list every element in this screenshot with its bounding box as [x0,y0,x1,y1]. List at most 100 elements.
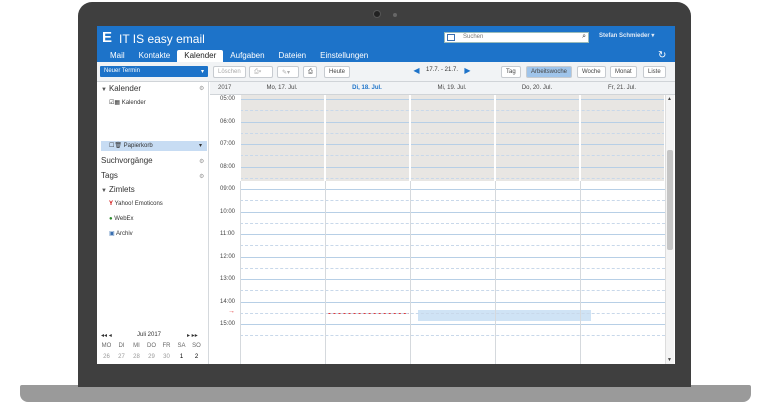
zimlet-yahoo[interactable]: Y Yahoo! Emoticons [109,201,163,207]
app-logo: E [102,29,113,46]
hour-line [240,99,665,100]
next-arrow-icon[interactable]: ▶ [461,66,474,78]
view-day-button[interactable]: Tag [501,66,521,78]
hour-label: 07:00 [220,141,236,147]
day-header-mon[interactable]: Mo, 17. Jul. [240,85,324,91]
day-header-wed[interactable]: Mi, 19. Jul. [410,85,494,91]
mini-day-cell[interactable]: 5 [129,363,144,364]
app-title: IT IS easy email [119,32,205,46]
mini-day-cell[interactable]: 6 [144,363,159,364]
search-section[interactable]: Suchvorgänge [101,156,153,165]
mini-day-cell[interactable]: 1 [174,352,189,362]
day-header-thu[interactable]: Do, 20. Jul. [495,85,579,91]
sidebar: ▼ Kalender ⚙ ☑▦ Kalender ☐🗑 Papierkorb ▾ … [97,82,209,364]
day-header-fri[interactable]: Fr, 21. Jul. [580,85,664,91]
search-icon[interactable]: ⌕ [582,33,586,41]
calendar-view: 2017 Mo, 17. Jul. Di, 18. Jul. Mi, 19. J… [210,82,675,364]
mini-day-header: MI [133,343,140,349]
mini-day-cell[interactable]: 29 [144,352,159,362]
view-week-button[interactable]: Woche [577,66,606,78]
zimlet-webex[interactable]: ● WebEx [109,216,134,222]
appointment-block[interactable] [418,310,591,321]
scroll-up-icon[interactable]: ▲ [667,96,672,102]
sensor-icon [393,13,397,17]
mini-day-header: DO [147,343,156,349]
day-column-divider [409,95,411,181]
hour-line [240,144,665,145]
user-menu[interactable]: Stefan Schmieder ▾ [599,32,654,39]
scrollbar[interactable]: ▲ ▼ [665,95,674,364]
today-button[interactable]: Heute [324,66,351,78]
delete-button[interactable]: Löschen [213,66,246,78]
scroll-down-icon[interactable]: ▼ [667,357,672,363]
date-range: 17.7. - 21.7. [426,67,459,73]
mini-next-icon[interactable]: ▸ ▸▸ [187,332,198,339]
view-month-button[interactable]: Monat [610,66,637,78]
now-arrow-icon: → [228,308,235,315]
chevron-down-icon[interactable]: ▾ [201,68,204,75]
calendar-grid[interactable]: → 05:00 06:00 07:00 08:00 09:00 10:00 11:00 12:… [210,95,675,364]
half-hour-line [240,245,665,247]
view-list-button[interactable]: Liste [643,66,666,78]
half-hour-line [240,200,665,202]
hour-line [240,324,665,325]
trash-icon: ☐🗑 [109,143,124,149]
tab-settings[interactable]: Einstellungen [313,50,375,62]
printer-icon[interactable]: ⎙ [303,66,317,78]
tab-mail[interactable]: Mail [103,50,132,62]
tags-section[interactable]: Tags [101,171,118,180]
hour-line [240,211,665,213]
mini-day-header: DI [118,343,125,349]
half-hour-line [240,267,665,269]
scroll-thumb[interactable] [667,150,673,250]
view-workweek-button[interactable]: Arbeitswoche [526,66,573,78]
triangle-down-icon: ▼ [101,87,107,93]
triangle-down-icon: ▼ [101,188,107,194]
hour-line [240,121,665,123]
half-hour-line [240,222,665,224]
refresh-icon[interactable]: ↻ [658,50,666,61]
tab-calendar[interactable]: Kalender [177,50,224,62]
mini-day-cell[interactable]: 7 [159,363,174,364]
mini-day-header: MO [101,343,112,349]
gear-icon[interactable]: ⚙ [199,85,204,92]
chevron-down-icon[interactable]: ▾ [199,142,202,149]
mini-day-cell[interactable]: 27 [114,352,129,362]
search-placeholder: Suchen [463,34,484,40]
day-header-tue[interactable]: Di, 18. Jul. [325,85,409,91]
print-dropdown-icon[interactable]: ⎙▾ [249,66,273,78]
new-appointment-button[interactable]: Neuer Termin ▾ [100,66,208,77]
gear-icon[interactable]: ⚙ [199,173,204,180]
calendar-header: 2017 Mo, 17. Jul. Di, 18. Jul. Mi, 19. J… [210,82,675,95]
tab-tasks[interactable]: Aufgaben [223,50,271,62]
calendar-item-kalender[interactable]: ☑▦ Kalender [109,99,146,106]
search-input[interactable]: Suchen ⌕ [444,32,589,43]
mini-day-cell[interactable]: 26 [99,352,114,362]
mini-day-cell[interactable]: 9 [189,363,204,364]
gear-icon[interactable]: ⚙ [199,158,204,165]
mini-day-cell[interactable]: 3 [99,363,114,364]
hour-label: 09:00 [220,186,236,192]
mini-day-cell[interactable]: 4 [114,363,129,364]
half-hour-line [240,290,665,292]
half-hour-line [240,335,665,337]
mini-prev-icon[interactable]: ◂◂ ◂ [101,332,112,339]
mini-day-cell[interactable]: 8 [174,363,189,364]
mini-day-cell[interactable]: 2 [189,352,204,362]
half-hour-line [240,177,665,179]
mini-day-cell[interactable]: 28 [129,352,144,362]
day-column-divider [579,95,581,181]
calendar-item-papierkorb[interactable]: ☐🗑 Papierkorb [109,142,153,149]
zimlets-section[interactable]: ▼ Zimlets [101,185,135,194]
calendar-section[interactable]: ▼ Kalender [101,84,141,93]
mini-day-cell[interactable]: 30 [159,352,174,362]
tab-contacts[interactable]: Kontakte [132,50,178,62]
screen: E IT IS easy email Suchen ⌕ Stefan Schmi… [97,26,675,364]
half-hour-line [240,132,665,134]
zimlet-archiv[interactable]: ▣ Archiv [109,230,133,237]
tab-files[interactable]: Dateien [272,50,314,62]
hour-label: 13:00 [220,276,236,282]
hour-line [240,279,665,280]
prev-arrow-icon[interactable]: ◀ [410,66,423,78]
tag-dropdown-icon[interactable]: ✎▾ [277,66,299,78]
